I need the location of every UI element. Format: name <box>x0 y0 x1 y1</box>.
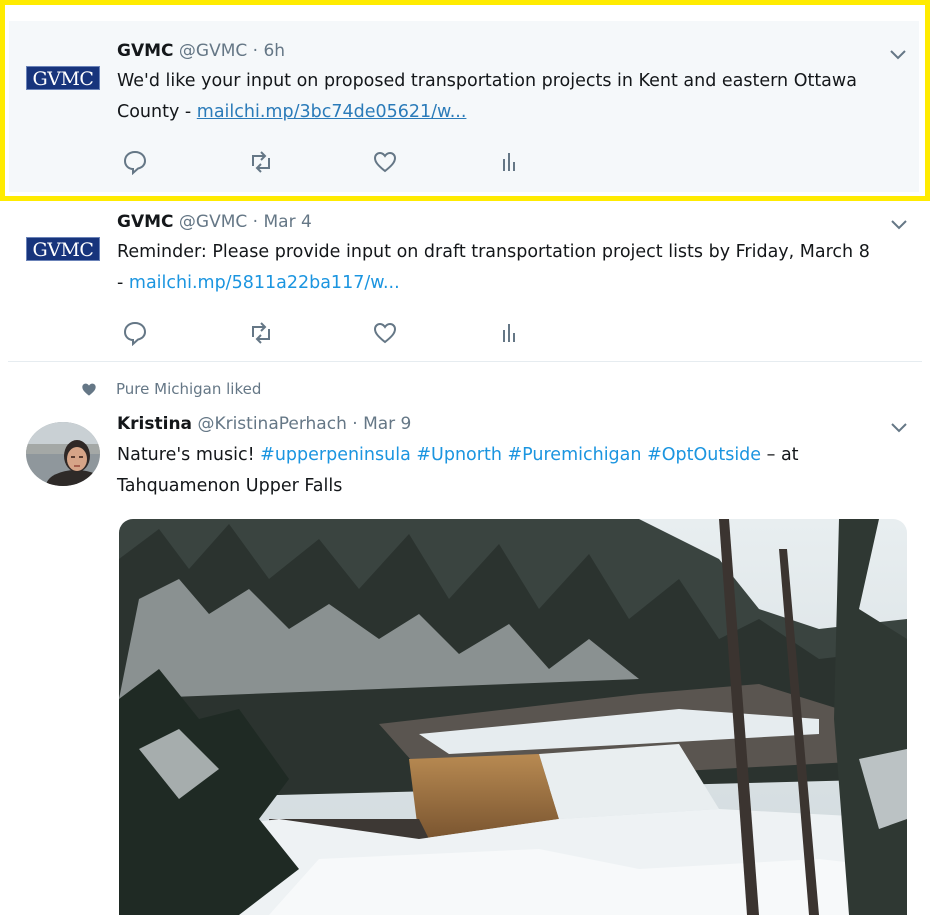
chevron-down-icon[interactable] <box>889 49 907 61</box>
heart-icon[interactable] <box>372 320 398 346</box>
separator-dot: · <box>352 414 358 434</box>
tweet[interactable]: GVMC GVMC @GVMC · Mar 4 Reminder: Please… <box>0 201 930 362</box>
reply-icon[interactable] <box>122 149 148 175</box>
waterfall-photo <box>119 519 907 915</box>
liked-by-label[interactable]: Pure Michigan liked <box>116 379 261 399</box>
hashtag[interactable]: #OptOutside <box>647 445 761 465</box>
avatar[interactable] <box>26 422 100 486</box>
display-name[interactable]: GVMC <box>117 212 174 232</box>
tweet-header: GVMC @GVMC · 6h <box>117 40 285 62</box>
analytics-icon[interactable] <box>496 149 522 175</box>
hashtag[interactable]: #upperpeninsula <box>260 445 411 465</box>
chevron-down-icon[interactable] <box>890 219 908 231</box>
tweet-link[interactable]: mailchi.mp/3bc74de05621/w... <box>197 102 467 122</box>
tweet-photo[interactable] <box>119 519 907 915</box>
tweet-header: Kristina @KristinaPerhach · Mar 9 <box>117 413 411 435</box>
tweet-time[interactable]: Mar 9 <box>363 414 411 434</box>
tweet-text-body: Nature's music! <box>117 445 261 465</box>
separator-dot: · <box>252 212 259 232</box>
gvmc-logo[interactable]: GVMC <box>26 237 100 261</box>
tweet-highlighted[interactable]: GVMC GVMC @GVMC · 6h We'd like your inpu… <box>0 0 930 201</box>
tweet-text: Nature's music! #upperpeninsula #Upnorth… <box>117 440 877 502</box>
hashtag[interactable]: #Upnorth <box>416 445 502 465</box>
tweet-text: Reminder: Please provide input on draft … <box>117 237 877 299</box>
reply-icon[interactable] <box>122 320 148 346</box>
analytics-icon[interactable] <box>496 320 522 346</box>
retweet-icon[interactable] <box>248 149 274 175</box>
tweet-time[interactable]: 6h <box>263 41 285 61</box>
timeline-feed: GVMC GVMC @GVMC · 6h We'd like your inpu… <box>0 0 930 915</box>
tweet-text: We'd like your input on proposed transpo… <box>117 66 877 128</box>
display-name[interactable]: GVMC <box>117 41 174 61</box>
tweet-actions <box>122 320 542 346</box>
tweet-actions <box>122 149 542 175</box>
user-handle[interactable]: @KristinaPerhach <box>197 414 346 434</box>
tweet[interactable]: Pure Michigan liked Kristina @KristinaPe… <box>0 362 930 915</box>
user-handle[interactable]: @GVMC <box>179 41 247 61</box>
tweet-link[interactable]: mailchi.mp/5811a22ba117/w... <box>129 273 400 293</box>
heart-filled-icon <box>82 383 96 396</box>
separator-dot: · <box>252 41 259 61</box>
hashtag[interactable]: #Puremichigan <box>508 445 642 465</box>
tweet-time[interactable]: Mar 4 <box>263 212 311 232</box>
heart-icon[interactable] <box>372 149 398 175</box>
retweet-icon[interactable] <box>248 320 274 346</box>
tweet-header: GVMC @GVMC · Mar 4 <box>117 211 312 233</box>
user-handle[interactable]: @GVMC <box>179 212 247 232</box>
display-name[interactable]: Kristina <box>117 414 192 434</box>
gvmc-logo[interactable]: GVMC <box>26 66 100 90</box>
chevron-down-icon[interactable] <box>890 422 908 434</box>
